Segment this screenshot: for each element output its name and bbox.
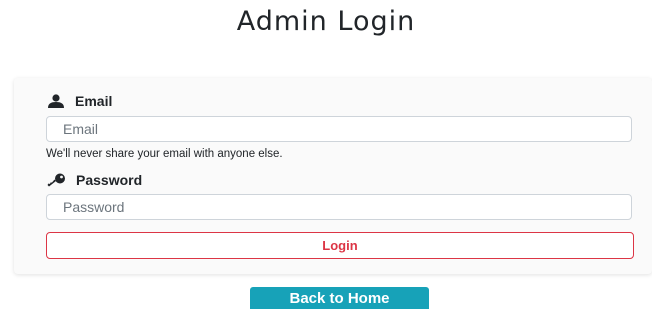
back-to-home-button[interactable]: Back to Home bbox=[250, 287, 429, 309]
login-button[interactable]: Login bbox=[46, 232, 634, 259]
password-input[interactable] bbox=[46, 194, 632, 220]
password-label: Password bbox=[47, 172, 142, 188]
email-label-text: Email bbox=[75, 93, 113, 109]
login-card: Email We'll never share your email with … bbox=[14, 78, 652, 274]
page-title: Admin Login bbox=[236, 6, 416, 37]
email-input[interactable] bbox=[46, 116, 632, 142]
user-icon bbox=[47, 94, 65, 108]
password-label-text: Password bbox=[76, 172, 143, 188]
key-icon bbox=[47, 173, 66, 187]
email-label: Email bbox=[47, 93, 112, 109]
login-page: Admin Login Email We'll never share your… bbox=[0, 0, 652, 309]
email-help-text: We'll never share your email with anyone… bbox=[46, 148, 283, 160]
